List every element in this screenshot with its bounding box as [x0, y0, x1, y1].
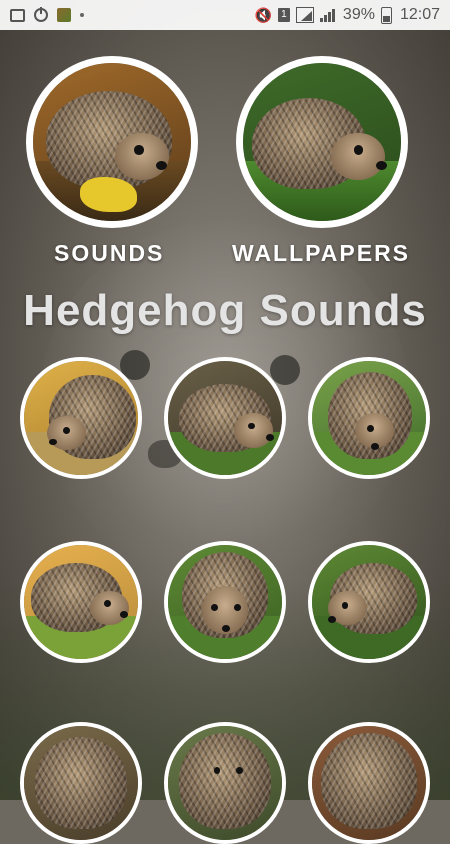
hedgehog-photo	[168, 361, 282, 475]
app-thumbnail-icon	[57, 8, 71, 22]
battery-percent: 39%	[342, 6, 375, 23]
gallery-icon	[10, 8, 25, 22]
signal-box-icon	[295, 7, 314, 23]
page-title: Hedgehog Sounds	[23, 286, 427, 335]
hedgehog-photo	[312, 545, 426, 659]
sounds-button[interactable]	[26, 56, 198, 228]
hedgehog-photo	[33, 63, 191, 221]
sound-item-9[interactable]	[308, 722, 430, 844]
wallpapers-button[interactable]	[236, 56, 408, 228]
hedgehog-photo	[24, 545, 138, 659]
sound-item-4[interactable]	[20, 541, 142, 663]
sound-item-3[interactable]	[308, 357, 430, 479]
hedgehog-photo	[24, 726, 138, 840]
power-icon	[34, 7, 48, 22]
sound-item-8[interactable]	[164, 722, 286, 844]
sound-item-6[interactable]	[308, 541, 430, 663]
hedgehog-photo	[312, 361, 426, 475]
hedgehog-photo	[312, 726, 426, 840]
clock: 12:07	[399, 6, 440, 23]
hedgehog-photo	[243, 63, 401, 221]
hedgehog-photo	[24, 361, 138, 475]
mute-icon: 🔇	[254, 6, 272, 23]
sounds-label[interactable]: SOUNDS	[54, 240, 164, 267]
battery-icon	[380, 6, 392, 24]
hedgehog-photo	[168, 726, 282, 840]
status-bar: 🔇 1 39% 12:07	[0, 0, 450, 30]
signal-bars-icon	[319, 8, 335, 22]
dot-icon	[80, 13, 84, 17]
hedgehog-photo	[168, 545, 282, 659]
wallpapers-label[interactable]: WALLPAPERS	[232, 240, 410, 267]
sound-item-7[interactable]	[20, 722, 142, 844]
sim-icon: 1	[277, 8, 290, 22]
sound-item-1[interactable]	[20, 357, 142, 479]
sound-item-2[interactable]	[164, 357, 286, 479]
sound-item-5[interactable]	[164, 541, 286, 663]
